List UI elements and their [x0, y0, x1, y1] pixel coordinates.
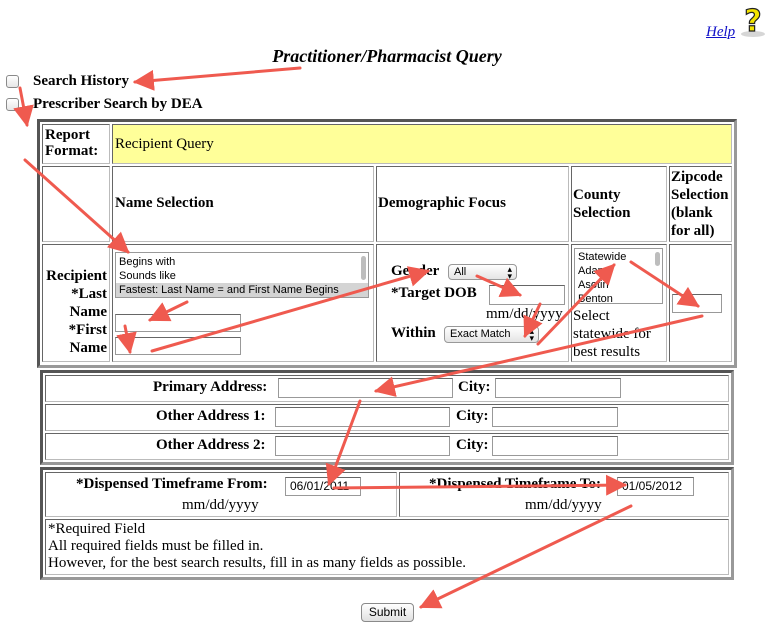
- page-title: Practitioner/Pharmacist Query: [272, 46, 502, 66]
- first-name-input[interactable]: [115, 337, 241, 355]
- other-address-1-label: Other Address 1:: [156, 408, 266, 424]
- demographic-focus-header: Demographic Focus: [376, 166, 569, 242]
- recipient-name-label: Recipient *Last Name *First Name: [42, 244, 110, 362]
- search-history-label: Search History: [33, 73, 129, 89]
- prescriber-search-option[interactable]: Prescriber Search by DEA: [6, 96, 203, 113]
- other-1-city-input[interactable]: [492, 407, 618, 427]
- to-date-format-hint: mm/dd/yyyy: [525, 497, 602, 513]
- target-dob-input[interactable]: [489, 285, 565, 305]
- search-history-option[interactable]: Search History: [6, 73, 129, 90]
- prescriber-search-checkbox[interactable]: [6, 98, 19, 111]
- other-address-2-label: Other Address 2:: [156, 437, 266, 453]
- within-label: Within: [391, 325, 436, 341]
- svg-text:?: ?: [744, 4, 761, 38]
- note-all-required: All required fields must be filled in.: [48, 538, 264, 554]
- note-required-field: *Required Field: [48, 521, 146, 537]
- search-history-checkbox[interactable]: [6, 75, 19, 88]
- county-option-adams[interactable]: Adams: [575, 264, 662, 278]
- timeframe-from-input[interactable]: 06/01/2011: [285, 477, 361, 496]
- zipcode-selection-header: Zipcode Selection (blank for all): [669, 166, 732, 242]
- target-dob-label: *Target DOB: [391, 285, 477, 301]
- within-select[interactable]: Exact Match ▴ ▾: [444, 326, 539, 343]
- name-selection-header: Name Selection: [112, 166, 374, 242]
- from-date-format-hint: mm/dd/yyyy: [182, 497, 259, 513]
- required-notes: *Required Field All required fields must…: [48, 521, 466, 572]
- primary-address-input[interactable]: [278, 378, 453, 398]
- select-arrows-icon: ▴ ▾: [507, 264, 512, 281]
- listbox-scrollbar[interactable]: [655, 252, 660, 266]
- gender-select[interactable]: All ▴ ▾: [448, 264, 517, 281]
- last-name-input[interactable]: [115, 314, 241, 332]
- select-arrows-icon: ▴ ▾: [529, 326, 534, 343]
- other-1-city-label: City:: [456, 408, 489, 424]
- listbox-scrollbar[interactable]: [361, 256, 366, 280]
- county-option-benton[interactable]: Benton: [575, 292, 662, 303]
- report-format-label: Report Format:: [42, 124, 110, 164]
- county-hint: Select statewide for best results: [573, 308, 651, 360]
- name-option-fastest[interactable]: Fastest: Last Name = and First Name Begi…: [116, 283, 368, 297]
- name-option-begins-with[interactable]: Begins with: [116, 255, 368, 269]
- other-address-2-input[interactable]: [275, 436, 450, 456]
- submit-button[interactable]: Submit: [361, 603, 414, 622]
- name-option-sounds-like[interactable]: Sounds like: [116, 269, 368, 283]
- primary-address-label: Primary Address:: [153, 379, 268, 395]
- other-address-1-input[interactable]: [275, 407, 450, 427]
- county-listbox[interactable]: Statewide Adams Asotin Benton: [574, 248, 663, 304]
- primary-city-label: City:: [458, 379, 491, 395]
- primary-city-input[interactable]: [495, 378, 621, 398]
- header-blank-cell: [42, 166, 110, 242]
- other-2-city-label: City:: [456, 437, 489, 453]
- county-selection-header: County Selection: [571, 166, 667, 242]
- prescriber-search-label: Prescriber Search by DEA: [33, 96, 203, 112]
- report-format-value: Recipient Query: [112, 124, 732, 164]
- name-match-listbox[interactable]: Begins with Sounds like Fastest: Last Na…: [115, 252, 369, 298]
- dob-format-hint: mm/dd/yyyy: [486, 306, 563, 322]
- note-best-results: However, for the best search results, fi…: [48, 555, 467, 571]
- other-2-city-input[interactable]: [492, 436, 618, 456]
- help-link[interactable]: Help: [706, 24, 735, 41]
- county-option-statewide[interactable]: Statewide: [575, 250, 662, 264]
- gender-label: Gender: [391, 263, 440, 279]
- help-question-icon[interactable]: ?: [738, 3, 768, 40]
- zipcode-input[interactable]: [672, 294, 722, 313]
- timeframe-to-input[interactable]: 01/05/2012: [617, 477, 694, 496]
- county-option-asotin[interactable]: Asotin: [575, 278, 662, 292]
- timeframe-from-label: *Dispensed Timeframe From:: [76, 476, 268, 492]
- arrow-to-search-history: [132, 66, 302, 91]
- timeframe-to-label: *Dispensed Timeframe To:: [429, 476, 601, 492]
